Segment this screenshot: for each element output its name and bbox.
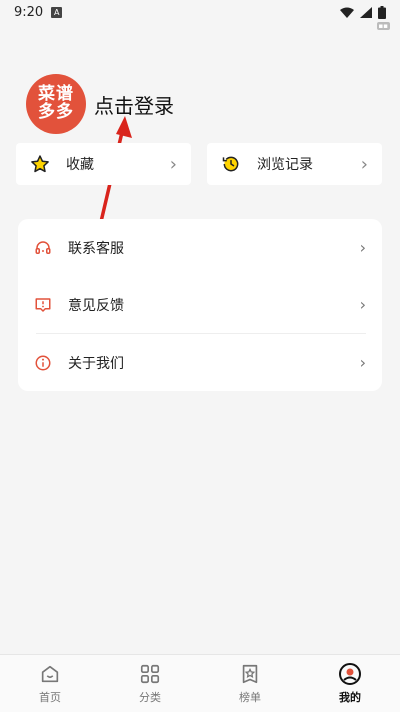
menu-item-label: 关于我们 — [68, 355, 124, 372]
tab-label: 分类 — [139, 691, 161, 704]
status-time: 9:20 — [14, 4, 44, 20]
chevron-right-icon: › — [359, 353, 366, 372]
bottom-tab-bar: 首页 分类 榜单 我的 — [0, 654, 400, 712]
quick-actions: 收藏 › 浏览记录 › — [16, 143, 382, 185]
favorites-label: 收藏 — [66, 157, 94, 173]
chevron-right-icon: › — [360, 153, 368, 175]
chevron-right-icon: › — [359, 295, 366, 314]
tab-profile[interactable]: 我的 — [300, 655, 400, 712]
favorites-button[interactable]: 收藏 › — [16, 143, 191, 185]
feedback-icon — [34, 296, 52, 314]
battery-icon — [378, 5, 386, 19]
avatar[interactable]: 菜谱 多多 — [26, 74, 86, 134]
grid-icon — [138, 662, 162, 686]
chevron-right-icon: › — [169, 153, 177, 175]
tab-label: 首页 — [39, 691, 61, 704]
profile-icon — [338, 662, 362, 686]
home-icon — [38, 662, 62, 686]
tab-home[interactable]: 首页 — [0, 655, 100, 712]
menu-item-feedback[interactable]: 意见反馈 › — [34, 276, 366, 333]
tab-label: 榜单 — [239, 691, 261, 704]
history-icon — [222, 156, 239, 172]
notification-icon: A — [51, 6, 63, 18]
star-icon — [31, 155, 49, 173]
menu-item-label: 联系客服 — [68, 240, 124, 257]
chevron-right-icon: › — [359, 238, 366, 257]
tab-categories[interactable]: 分类 — [100, 655, 200, 712]
tab-label: 我的 — [339, 691, 361, 704]
status-mini-badge: ▪▪ — [376, 22, 390, 30]
ranking-icon — [238, 662, 262, 686]
avatar-text-line2: 多多 — [38, 102, 74, 122]
info-icon — [34, 354, 52, 372]
headset-icon — [34, 239, 52, 257]
settings-menu: 联系客服 › 意见反馈 › 关于我们 › — [18, 219, 382, 391]
wifi-icon — [340, 7, 354, 18]
menu-item-customer-service[interactable]: 联系客服 › — [34, 219, 366, 276]
menu-item-about[interactable]: 关于我们 › — [34, 334, 366, 391]
menu-item-label: 意见反馈 — [68, 297, 124, 314]
status-bar: 9:20 A — [0, 0, 400, 24]
tab-ranking[interactable]: 榜单 — [200, 655, 300, 712]
history-button[interactable]: 浏览记录 › — [207, 143, 382, 185]
history-label: 浏览记录 — [257, 157, 313, 173]
signal-icon — [360, 6, 372, 18]
